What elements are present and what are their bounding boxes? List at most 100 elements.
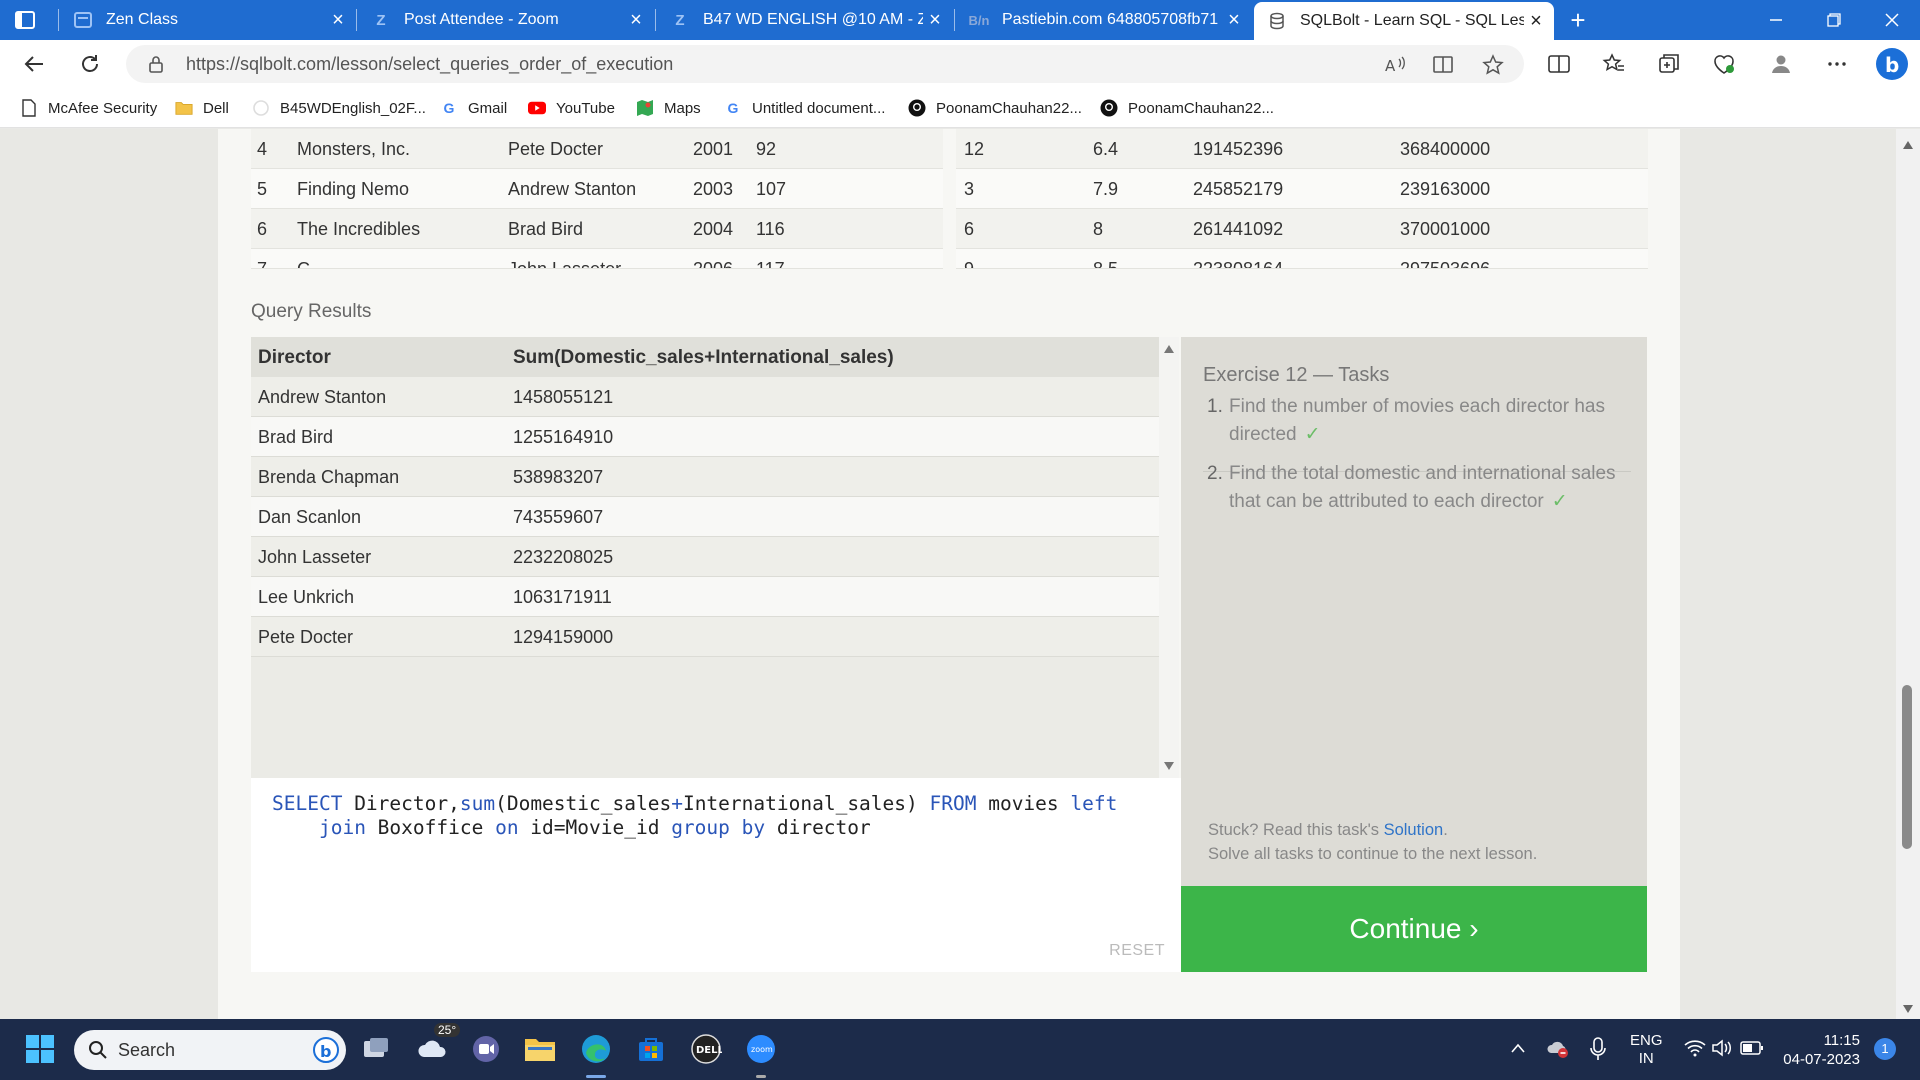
- address-bar[interactable]: https://sqlbolt.com/lesson/select_querie…: [126, 45, 1524, 83]
- cell-rating: 6.4: [1093, 139, 1119, 159]
- results-scrollbar[interactable]: [1159, 337, 1179, 778]
- back-icon[interactable]: [18, 48, 50, 80]
- tab-title: B47 WD ENGLISH @10 AM - Zoo: [703, 11, 923, 28]
- tab-zen-class[interactable]: Zen Class ×: [60, 0, 356, 40]
- collections-icon[interactable]: [1657, 52, 1681, 76]
- taskbar-search[interactable]: Search b: [74, 1030, 346, 1070]
- scroll-down-arrow-icon[interactable]: [1164, 762, 1174, 770]
- cell-title: The Incredibles: [297, 219, 421, 239]
- cell-id: 6: [257, 219, 268, 239]
- scroll-up-arrow-icon[interactable]: [1903, 141, 1913, 149]
- windows-start-icon[interactable]: [22, 1031, 58, 1067]
- bookmark-b45wdenglish[interactable]: B45WDEnglish_02F...: [252, 88, 426, 128]
- language-indicator[interactable]: ENG IN: [1630, 1032, 1663, 1068]
- bing-icon: b: [313, 1037, 339, 1063]
- bookmark-label: McAfee Security: [48, 99, 158, 117]
- sql-text: movies: [976, 792, 1071, 815]
- read-aloud-icon[interactable]: A: [1384, 54, 1406, 76]
- pastiebin-icon: B/n: [968, 12, 990, 28]
- scroll-up-arrow-icon[interactable]: [1164, 345, 1174, 353]
- wifi-icon[interactable]: [1684, 1039, 1706, 1057]
- lock-icon[interactable]: [148, 55, 164, 73]
- task-text: Find the number of movies each director …: [1229, 393, 1633, 449]
- minimize-icon[interactable]: [1748, 0, 1804, 40]
- bookmark-github-2[interactable]: PoonamChauhan22...: [1100, 88, 1274, 128]
- notification-badge[interactable]: 1: [1874, 1038, 1896, 1060]
- svg-text:b: b: [320, 1042, 331, 1061]
- web-icon: [252, 99, 270, 117]
- onedrive-status-icon[interactable]: [1546, 1037, 1570, 1059]
- bookmark-gmail[interactable]: G Gmail: [440, 88, 508, 128]
- scrollbar-thumb[interactable]: [1902, 685, 1912, 849]
- close-tab-icon[interactable]: ×: [1524, 10, 1548, 33]
- weather-widget-icon[interactable]: 25°: [414, 1023, 461, 1067]
- page-icon: [20, 99, 38, 117]
- favorite-star-icon[interactable]: [1482, 54, 1504, 76]
- bing-copilot-icon[interactable]: b: [1874, 46, 1910, 82]
- teams-chat-icon[interactable]: [468, 1031, 504, 1067]
- youtube-icon: [528, 99, 546, 117]
- split-screen-icon[interactable]: [1547, 52, 1571, 76]
- sql-keyword: group by: [671, 816, 766, 839]
- reset-button[interactable]: RESET: [1109, 942, 1165, 960]
- edge-browser-icon[interactable]: [578, 1031, 614, 1067]
- continue-button[interactable]: Continue ›: [1181, 886, 1647, 972]
- bookmark-label: Untitled document...: [752, 99, 886, 117]
- bookmark-youtube[interactable]: YouTube: [528, 88, 615, 128]
- close-tab-icon[interactable]: ×: [326, 9, 350, 32]
- task-description: Find the number of movies each director …: [1229, 396, 1605, 445]
- checkmark-icon: ✓: [1551, 491, 1568, 512]
- cell-director: Pete Docter: [508, 139, 604, 159]
- solution-link[interactable]: Solution: [1384, 821, 1444, 839]
- tab-sqlbolt[interactable]: SQLBolt - Learn SQL - SQL Lesso ×: [1254, 2, 1554, 40]
- tab-pastiebin[interactable]: B/n Pastiebin.com 648805708fb71 ×: [956, 0, 1252, 40]
- close-window-icon[interactable]: [1864, 0, 1920, 40]
- scroll-down-arrow-icon[interactable]: [1903, 1005, 1913, 1013]
- cell-sum: 538983207: [513, 467, 604, 487]
- bookmark-label: Maps: [664, 99, 701, 117]
- new-tab-button[interactable]: +: [1562, 4, 1594, 36]
- cell-movie-id: 12: [964, 139, 985, 159]
- refresh-icon[interactable]: [74, 48, 106, 80]
- favorites-icon[interactable]: [1602, 52, 1626, 76]
- cell-rating: 8: [1093, 219, 1104, 239]
- close-tab-icon[interactable]: ×: [624, 9, 648, 32]
- volume-icon[interactable]: [1712, 1039, 1732, 1057]
- tab-b47-wd-english[interactable]: Z B47 WD ENGLISH @10 AM - Zoo ×: [657, 0, 953, 40]
- battery-icon[interactable]: [1740, 1040, 1764, 1056]
- tasks-title: Exercise 12 — Tasks: [1203, 364, 1390, 386]
- tab-post-attendee-zoom[interactable]: Z Post Attendee - Zoom ×: [358, 0, 654, 40]
- microsoft-store-icon[interactable]: [633, 1031, 669, 1067]
- bookmark-untitled-document[interactable]: G Untitled document...: [724, 88, 886, 128]
- more-options-icon[interactable]: [1825, 52, 1849, 76]
- bookmark-github-1[interactable]: PoonamChauhan22...: [908, 88, 1082, 128]
- tab-title: Post Attendee - Zoom: [404, 11, 559, 28]
- zoom-app-icon[interactable]: zoom: [743, 1031, 779, 1067]
- browser-essentials-icon[interactable]: [1712, 52, 1736, 76]
- page-scrollbar[interactable]: [1896, 129, 1920, 1019]
- url-text[interactable]: https://sqlbolt.com/lesson/select_querie…: [186, 54, 673, 75]
- profile-icon[interactable]: [1769, 52, 1793, 76]
- task-view-icon[interactable]: [358, 1031, 394, 1067]
- bookmark-dell-folder[interactable]: Dell: [175, 88, 229, 128]
- dell-icon[interactable]: DELL: [688, 1031, 724, 1067]
- microphone-icon[interactable]: [1590, 1037, 1606, 1061]
- immersive-reader-icon[interactable]: [1432, 54, 1454, 76]
- restore-icon[interactable]: [1806, 0, 1862, 40]
- header-director: Director: [258, 347, 331, 368]
- sql-editor[interactable]: SELECT Director,sum(Domestic_sales+Inter…: [251, 778, 1181, 972]
- close-tab-icon[interactable]: ×: [923, 9, 947, 32]
- cell-director: Pete Docter: [258, 627, 354, 647]
- file-explorer-icon[interactable]: [522, 1031, 558, 1067]
- query-results-table[interactable]: Director Sum(Domestic_sales+Internationa…: [251, 337, 1179, 778]
- bookmark-mcafee[interactable]: McAfee Security: [20, 88, 157, 128]
- cell-international-sales: 239163000: [1400, 179, 1491, 199]
- table-row: Brad Bird 1255164910: [251, 417, 1159, 457]
- tab-actions-icon[interactable]: [14, 9, 36, 31]
- sql-code[interactable]: SELECT Director,sum(Domestic_sales+Inter…: [272, 792, 1117, 840]
- table-row: 6 8 261441092 370001000: [956, 209, 1648, 249]
- close-tab-icon[interactable]: ×: [1222, 9, 1246, 32]
- bookmark-maps[interactable]: Maps: [636, 88, 701, 128]
- clock[interactable]: 11:15 04-07-2023: [1776, 1031, 1860, 1069]
- show-hidden-icons-chevron-icon[interactable]: [1510, 1042, 1526, 1054]
